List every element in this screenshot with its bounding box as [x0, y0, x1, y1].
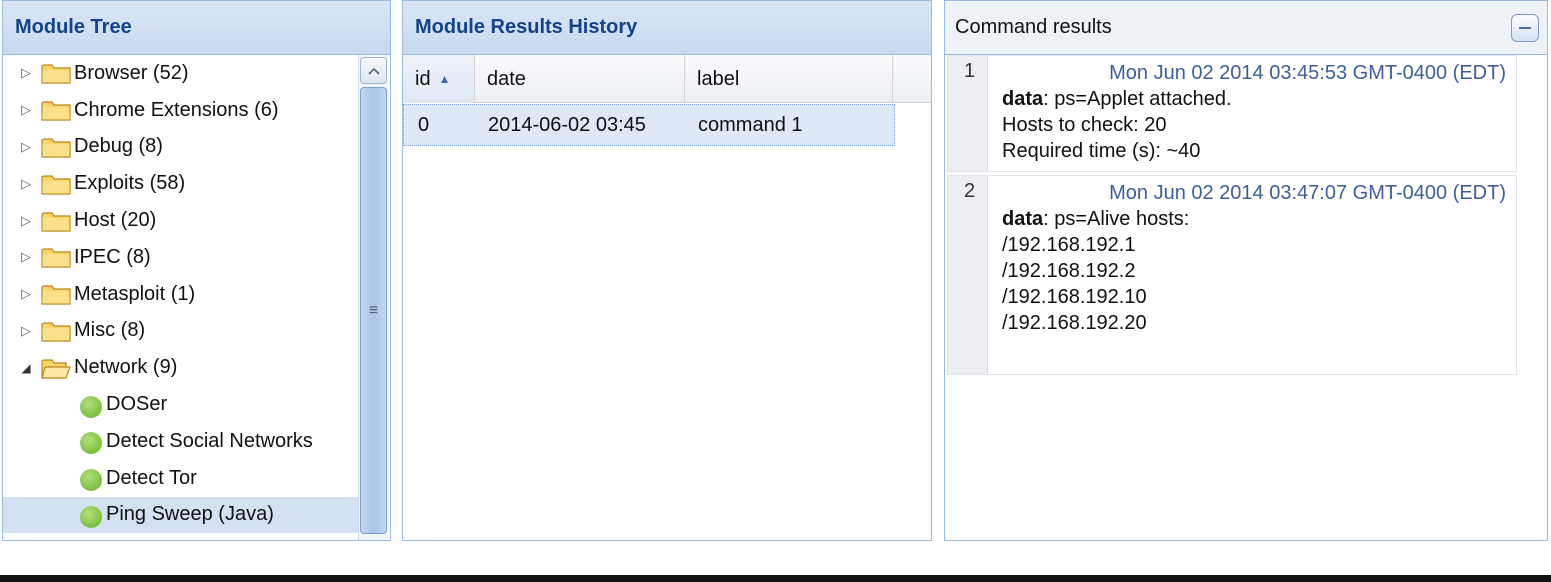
history-header: Module Results History — [403, 1, 931, 55]
expand-arrow-icon[interactable]: ▷ — [17, 176, 35, 192]
column-header-label: id — [415, 67, 431, 90]
cell-date: 2014-06-02 03:45 — [488, 113, 646, 136]
tree-leaf-label: DOSer — [106, 393, 168, 416]
tree-folder-label: Exploits (58) — [74, 172, 186, 195]
tree-folder-ipec[interactable]: ▷ IPEC (8) — [3, 239, 359, 276]
command-results-header: Command results — [945, 1, 1547, 55]
folder-icon — [41, 283, 71, 305]
result-item: 1 Mon Jun 02 2014 03:45:53 GMT-0400 (EDT… — [947, 55, 1517, 172]
collapse-arrow-icon[interactable]: ◢ — [17, 361, 35, 375]
folder-icon — [41, 320, 71, 342]
expand-arrow-icon[interactable]: ▷ — [17, 139, 35, 155]
table-row[interactable]: 0 2014-06-02 03:45 command 1 — [403, 104, 895, 146]
green-dot-icon — [80, 395, 102, 418]
folder-icon — [41, 99, 71, 121]
module-results-history-panel: Module Results History id ▲ date label 0… — [402, 0, 932, 541]
expand-arrow-icon[interactable]: ▷ — [17, 323, 35, 339]
result-line: /192.168.192.2 — [1002, 260, 1136, 282]
scroll-thumb[interactable]: ≡ — [360, 87, 387, 534]
green-dot-icon — [80, 505, 102, 528]
module-tree-body: ▷ Browser (52) ▷ Chrome Extensions (6) ▷… — [3, 55, 359, 540]
module-tree-panel: Module Tree ▷ Browser (52) ▷ Chrome Exte… — [2, 0, 391, 541]
tree-folder-misc[interactable]: ▷ Misc (8) — [3, 313, 359, 350]
tree-folder-host[interactable]: ▷ Host (20) — [3, 202, 359, 239]
module-tree-header: Module Tree — [3, 1, 390, 55]
sort-ascending-icon: ▲ — [438, 72, 451, 86]
green-dot-icon — [80, 432, 102, 455]
result-data-key: data — [1002, 88, 1044, 110]
result-line: Hosts to check: 20 — [1002, 114, 1167, 136]
tree-leaf-label: Ping Sweep (Java) — [106, 503, 274, 526]
expand-arrow-icon[interactable]: ▷ — [17, 286, 35, 302]
command-results-panel: Command results 1 Mon Jun 02 2014 03:45:… — [944, 0, 1548, 541]
tree-folder-label: Network (9) — [74, 356, 178, 379]
tree-folder-label: Misc (8) — [74, 319, 146, 342]
cell-id: 0 — [418, 113, 430, 136]
collapse-button[interactable] — [1511, 14, 1539, 42]
expand-arrow-icon[interactable]: ▷ — [17, 249, 35, 265]
green-dot-icon — [80, 469, 102, 492]
chevron-up-icon — [367, 67, 380, 75]
tree-leaf-detect-social-networks[interactable]: Detect Social Networks — [3, 423, 359, 460]
result-number: 1 — [948, 56, 988, 171]
result-line: /192.168.192.1 — [1002, 234, 1136, 256]
tree-scrollbar[interactable]: ≡ — [358, 55, 388, 540]
tree-leaf-label: Detect Social Networks — [106, 429, 313, 452]
folder-icon — [41, 210, 71, 232]
result-timestamp: Mon Jun 02 2014 03:47:07 GMT-0400 (EDT) — [1109, 182, 1506, 204]
tree-folder-label: Browser (52) — [74, 61, 189, 84]
result-timestamp: Mon Jun 02 2014 03:45:53 GMT-0400 (EDT) — [1109, 62, 1506, 84]
grip-icon: ≡ — [368, 301, 379, 319]
folder-icon — [41, 136, 71, 158]
result-line: Required time (s): ~40 — [1002, 140, 1201, 162]
column-header-label-col[interactable]: label — [685, 55, 893, 103]
result-data-value: : ps=Alive hosts: — [1043, 208, 1190, 230]
tree-folder-label: Chrome Extensions (6) — [74, 98, 279, 121]
tree-folder-label: IPEC (8) — [74, 245, 151, 268]
scroll-up-button[interactable] — [360, 57, 387, 84]
tree-folder-label: Debug (8) — [74, 135, 163, 158]
history-title: Module Results History — [415, 16, 638, 38]
tree-leaf-detect-tor[interactable]: Detect Tor — [3, 460, 359, 497]
tree-leaf-ping-sweep-java[interactable]: Ping Sweep (Java) — [3, 496, 359, 534]
tree-folder-browser[interactable]: ▷ Browser (52) — [3, 55, 359, 92]
result-item: 2 Mon Jun 02 2014 03:47:07 GMT-0400 (EDT… — [947, 175, 1517, 375]
expand-arrow-icon[interactable]: ▷ — [17, 65, 35, 81]
folder-icon — [41, 173, 71, 195]
column-header-date[interactable]: date — [475, 55, 685, 103]
expand-arrow-icon[interactable]: ▷ — [17, 213, 35, 229]
tree-folder-label: Host (20) — [74, 209, 157, 232]
tree-leaf-label: Detect Tor — [106, 466, 197, 489]
result-data-line: data: ps=Alive hosts: — [1002, 206, 1516, 232]
result-number: 2 — [948, 176, 988, 374]
tree-folder-label: Metasploit (1) — [74, 282, 196, 305]
result-line: /192.168.192.20 — [1002, 312, 1147, 334]
result-data-key: data — [1002, 208, 1044, 230]
tree-leaf-doser[interactable]: DOSer — [3, 386, 359, 423]
minus-icon — [1519, 27, 1531, 29]
folder-icon — [41, 62, 71, 84]
folder-open-icon — [41, 357, 71, 379]
result-content: Mon Jun 02 2014 03:45:53 GMT-0400 (EDT) … — [1002, 56, 1516, 164]
bottom-border — [0, 575, 1551, 582]
column-header-label: date — [487, 67, 526, 90]
history-grid-header: id ▲ date label — [403, 55, 931, 103]
result-data-value: : ps=Applet attached. — [1043, 88, 1232, 110]
expand-arrow-icon[interactable]: ▷ — [17, 102, 35, 118]
tree-folder-metasploit[interactable]: ▷ Metasploit (1) — [3, 276, 359, 313]
result-content: Mon Jun 02 2014 03:47:07 GMT-0400 (EDT) … — [1002, 176, 1516, 336]
module-tree-title: Module Tree — [15, 16, 132, 38]
cell-label: command 1 — [698, 113, 803, 136]
command-results-title: Command results — [955, 16, 1112, 38]
tree-folder-chrome-extensions[interactable]: ▷ Chrome Extensions (6) — [3, 92, 359, 129]
column-header-id[interactable]: id ▲ — [403, 55, 475, 103]
result-data-line: data: ps=Applet attached. — [1002, 86, 1516, 112]
tree-folder-debug[interactable]: ▷ Debug (8) — [3, 129, 359, 166]
tree-folder-exploits[interactable]: ▷ Exploits (58) — [3, 165, 359, 202]
result-line: /192.168.192.10 — [1002, 286, 1147, 308]
tree-folder-network[interactable]: ◢ Network (9) — [3, 349, 359, 386]
column-header-label: label — [697, 67, 740, 90]
folder-icon — [41, 246, 71, 268]
